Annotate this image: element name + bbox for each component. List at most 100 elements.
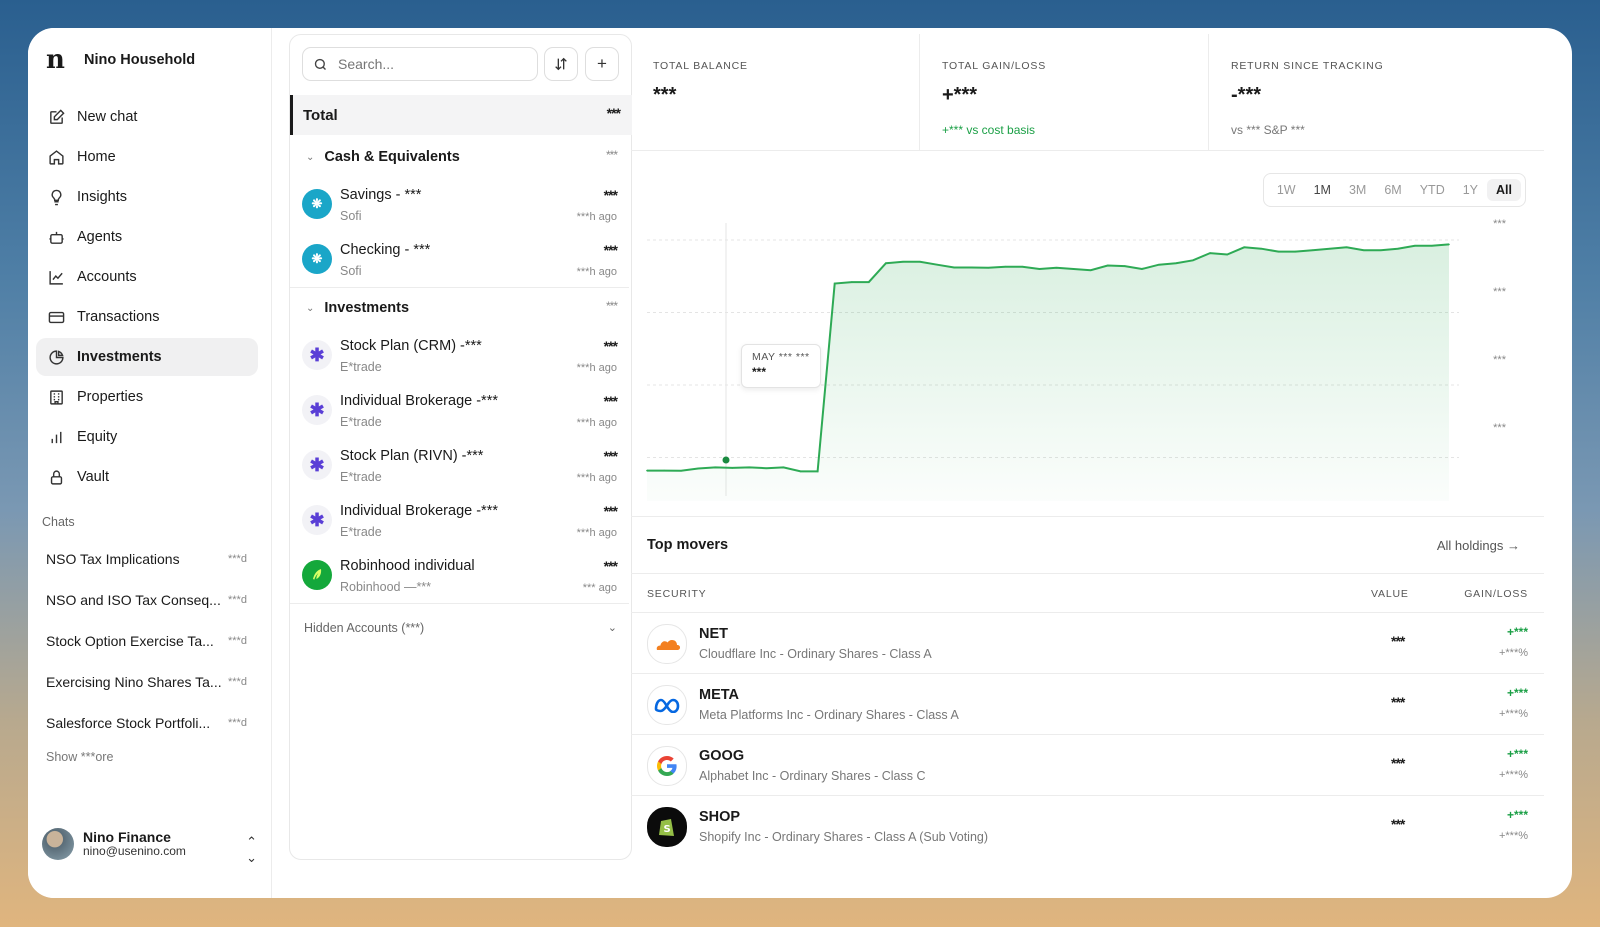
- chat-time: ***d: [228, 716, 247, 729]
- cash-section-header[interactable]: ⌄ Cash & Equivalents ***: [290, 137, 629, 177]
- sidebar-item-new-chat[interactable]: New chat: [36, 98, 258, 136]
- gain-percent: +***%: [1498, 830, 1528, 842]
- summary-stats: TOTAL BALANCE *** TOTAL GAIN/LOSS +*** +…: [631, 34, 1544, 151]
- chart-point: [1038, 268, 1041, 270]
- total-row[interactable]: Total ***: [290, 95, 632, 135]
- chevron-down-icon[interactable]: ⌄: [608, 621, 617, 634]
- range-6m[interactable]: 6M: [1375, 179, 1410, 201]
- building-icon: [50, 389, 63, 405]
- gain-percent: +***%: [1498, 647, 1528, 659]
- cloudflare-icon: [647, 624, 687, 664]
- chat-item[interactable]: Stock Option Exercise Ta... ***d: [36, 620, 258, 661]
- account-value: ***: [603, 448, 618, 464]
- add-account-button[interactable]: +: [585, 47, 619, 81]
- range-all[interactable]: All: [1487, 179, 1521, 201]
- sofi-logo-icon: ❋: [302, 189, 332, 219]
- chart-point: [851, 281, 853, 283]
- chart-point: [970, 266, 972, 269]
- chat-item[interactable]: NSO Tax Implications ***d: [36, 538, 258, 579]
- sort-button[interactable]: [544, 47, 578, 81]
- account-item-brokerage-2[interactable]: ✱ Individual Brokerage -*** E*trade *** …: [290, 495, 629, 550]
- range-1y[interactable]: 1Y: [1454, 179, 1487, 201]
- chart-point: [1277, 250, 1280, 253]
- hidden-accounts-toggle[interactable]: Hidden Accounts (***): [304, 621, 424, 635]
- divider: [290, 603, 629, 604]
- sidebar-item-home[interactable]: Home: [36, 138, 258, 176]
- household-switcher[interactable]: n Nino Household: [46, 45, 195, 75]
- range-1m[interactable]: 1M: [1305, 179, 1340, 201]
- google-icon: [647, 746, 687, 786]
- section-label: Investments: [324, 300, 410, 316]
- top-movers-header: Top movers All holdings →: [631, 517, 1544, 574]
- chart-point: [936, 263, 938, 266]
- stat-return-since-tracking: RETURN SINCE TRACKING -*** vs *** S&P **…: [1209, 34, 1497, 150]
- chart-point: [1345, 246, 1348, 249]
- performance-chart: 1W 1M 3M 6M YTD 1Y All *** *** *** *** M…: [631, 151, 1544, 517]
- sort-icon: [555, 57, 567, 71]
- sidebar-item-investments[interactable]: Investments: [36, 338, 258, 376]
- avatar: [42, 828, 74, 860]
- tooltip-date: MAY *** ***: [752, 351, 810, 363]
- table-row[interactable]: META Meta Platforms Inc - Ordinary Share…: [631, 674, 1544, 735]
- sidebar-item-transactions[interactable]: Transactions: [36, 298, 258, 336]
- table-row[interactable]: GOOG Alphabet Inc - Ordinary Shares - Cl…: [631, 735, 1544, 796]
- chat-item[interactable]: Salesforce Stock Portfoli... ***d: [36, 702, 258, 743]
- investments-section-header[interactable]: ⌄ Investments ***: [290, 288, 629, 328]
- sidebar-item-label: Accounts: [77, 269, 137, 285]
- account-item-stock-plan-crm[interactable]: ✱ Stock Plan (CRM) -*** E*trade *** ***h…: [290, 330, 629, 385]
- sidebar-item-label: Insights: [77, 189, 127, 205]
- total-value: ***: [606, 105, 621, 121]
- account-value: ***: [603, 393, 618, 409]
- account-item-brokerage-1[interactable]: ✱ Individual Brokerage -*** E*trade *** …: [290, 385, 629, 440]
- gain-amount: +***: [1506, 686, 1528, 700]
- range-1w[interactable]: 1W: [1268, 179, 1305, 201]
- account-updated: ***h ago: [576, 472, 617, 484]
- nino-logo-icon: n: [46, 45, 65, 75]
- chart-point: [1397, 247, 1399, 250]
- search-box[interactable]: [302, 47, 538, 81]
- sidebar-item-vault[interactable]: Vault: [36, 458, 258, 496]
- search-input[interactable]: [336, 55, 520, 73]
- chat-list: NSO Tax Implications ***d NSO and ISO Ta…: [36, 538, 258, 743]
- account-updated: ***h ago: [576, 362, 617, 374]
- sidebar-item-equity[interactable]: Equity: [36, 418, 258, 456]
- account-item-checking[interactable]: ❋ Checking - *** Sofi *** ***h ago: [290, 234, 629, 289]
- sidebar-item-agents[interactable]: Agents: [36, 218, 258, 256]
- chart-point: [868, 281, 870, 283]
- security-name: Meta Platforms Inc - Ordinary Shares - C…: [699, 708, 959, 722]
- security-name: Cloudflare Inc - Ordinary Shares - Class…: [699, 647, 932, 661]
- total-label: Total: [303, 106, 338, 124]
- stat-label: RETURN SINCE TRACKING: [1231, 60, 1384, 72]
- chart-point: [1158, 263, 1160, 266]
- account-item-savings[interactable]: ❋ Savings - *** Sofi *** ***h ago: [290, 179, 629, 234]
- account-updated: ***h ago: [576, 527, 617, 539]
- chat-item[interactable]: NSO and ISO Tax Conseq... ***d: [36, 579, 258, 620]
- sidebar-item-properties[interactable]: Properties: [36, 378, 258, 416]
- account-item-stock-plan-rivn[interactable]: ✱ Stock Plan (RIVN) -*** E*trade *** ***…: [290, 440, 629, 495]
- show-more-link[interactable]: Show ***ore: [46, 750, 113, 764]
- column-header-gain-loss: GAIN/LOSS: [1464, 588, 1528, 600]
- sidebar-item-insights[interactable]: Insights: [36, 178, 258, 216]
- sidebar-item-accounts[interactable]: Accounts: [36, 258, 258, 296]
- stat-value: -***: [1231, 84, 1262, 106]
- stat-sub: vs *** S&P ***: [1231, 123, 1305, 137]
- chart-point: [1192, 259, 1194, 262]
- account-item-robinhood[interactable]: Robinhood individual Robinhood —*** *** …: [290, 550, 629, 605]
- chart-point: [1226, 253, 1228, 256]
- etrade-logo-icon: ✱: [302, 340, 332, 370]
- table-row[interactable]: S SHOP Shopify Inc - Ordinary Shares - C…: [631, 796, 1544, 856]
- chat-item[interactable]: Exercising Nino Shares Ta... ***d: [36, 661, 258, 702]
- all-holdings-link[interactable]: All holdings →: [1437, 538, 1520, 553]
- gain-percent: +***%: [1498, 708, 1528, 720]
- chevron-up-down-icon: ⌃ ⌄: [246, 834, 257, 865]
- chart-point: [765, 467, 768, 470]
- range-3m[interactable]: 3M: [1340, 179, 1375, 201]
- user-menu[interactable]: Nino Finance nino@usenino.com ⌃ ⌄: [42, 828, 257, 865]
- chart-point: [748, 466, 751, 469]
- chart-point: [1448, 243, 1450, 246]
- chart-point: [680, 470, 682, 472]
- range-ytd[interactable]: YTD: [1411, 179, 1454, 201]
- robinhood-feather-icon: [302, 560, 332, 590]
- y-axis-label: ***: [1493, 286, 1506, 298]
- table-row[interactable]: NET Cloudflare Inc - Ordinary Shares - C…: [631, 613, 1544, 674]
